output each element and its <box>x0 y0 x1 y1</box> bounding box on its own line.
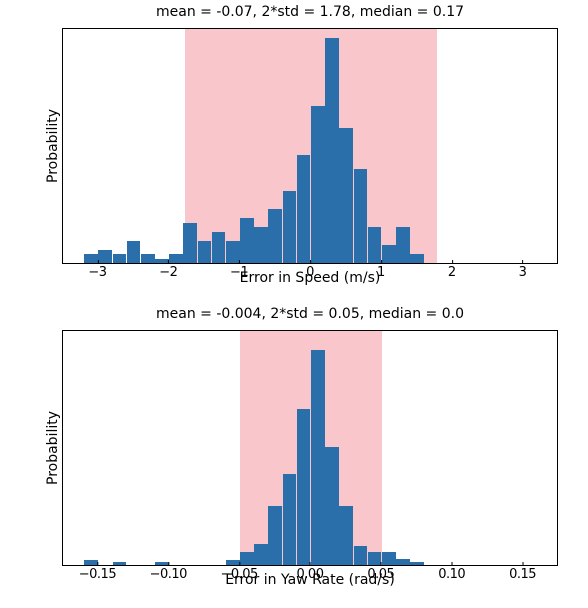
histogram-bar <box>368 552 382 565</box>
histogram-bar <box>382 552 396 565</box>
histogram-bar <box>169 254 183 263</box>
histogram-bar <box>283 191 297 263</box>
histogram-bar <box>98 250 112 263</box>
histogram-bar <box>368 227 382 263</box>
histogram-bar <box>325 447 339 565</box>
x-tick-label: 0.10 <box>438 567 465 582</box>
histogram-bar <box>268 506 282 565</box>
histogram-bar <box>382 245 396 263</box>
histogram-bar <box>113 254 127 263</box>
y-axis-label: Probability <box>45 411 61 485</box>
figure: mean = -0.07, 2*std = 1.78, median = 0.1… <box>0 0 588 608</box>
x-tick-label: 0 <box>306 265 314 280</box>
histogram-bar <box>84 560 98 565</box>
histogram-bar <box>410 562 424 565</box>
plot-area <box>62 330 558 566</box>
x-tick-label: −0.10 <box>150 567 187 582</box>
histogram-bar <box>339 506 353 565</box>
histogram-bar <box>311 106 325 263</box>
histogram-bar <box>325 38 339 263</box>
histogram-bar <box>297 409 311 565</box>
histogram-bar <box>297 155 311 263</box>
histogram-bar <box>198 241 212 263</box>
histogram-bar <box>127 241 141 263</box>
histogram-bar <box>226 241 240 263</box>
histogram-bar <box>339 128 353 263</box>
histogram-bar <box>240 552 254 565</box>
x-tick-label: 2 <box>448 265 456 280</box>
histogram-bar <box>354 169 368 263</box>
histogram-bar <box>254 544 268 565</box>
histogram-bar <box>212 232 226 263</box>
x-tick-label: 1 <box>377 265 385 280</box>
plot-area <box>62 28 558 264</box>
speed-error-histogram: mean = -0.07, 2*std = 1.78, median = 0.1… <box>62 28 558 264</box>
histogram-bar <box>84 254 98 263</box>
y-axis-label: Probability <box>45 109 61 183</box>
x-tick-label: 3 <box>519 265 527 280</box>
histogram-bar <box>240 218 254 263</box>
histogram-bar <box>226 560 240 565</box>
histogram-bar <box>155 562 169 565</box>
histogram-bar <box>311 350 325 565</box>
histogram-bar <box>183 223 197 263</box>
x-tick-label: −2 <box>159 265 177 280</box>
histogram-bar <box>254 227 268 263</box>
histogram-bar <box>141 254 155 263</box>
yawrate-error-histogram: mean = -0.004, 2*std = 0.05, median = 0.… <box>62 330 558 566</box>
histogram-bar <box>354 546 368 565</box>
histogram-bar <box>113 562 127 565</box>
histogram-bar <box>410 254 424 263</box>
x-tick-label: 0.00 <box>297 567 324 582</box>
histogram-bar <box>396 559 410 565</box>
histogram-bar <box>268 209 282 263</box>
x-tick-label: −3 <box>88 265 106 280</box>
chart-title: mean = -0.004, 2*std = 0.05, median = 0.… <box>62 306 558 322</box>
x-tick-label: −1 <box>230 265 248 280</box>
chart-title: mean = -0.07, 2*std = 1.78, median = 0.1… <box>62 4 558 20</box>
histogram-bar <box>396 227 410 263</box>
x-tick-label: −0.15 <box>79 567 116 582</box>
x-tick-label: 0.15 <box>509 567 536 582</box>
x-tick-label: 0.05 <box>367 567 394 582</box>
histogram-bar <box>283 474 297 565</box>
histogram-bar <box>155 259 169 263</box>
x-tick-label: −0.05 <box>220 567 257 582</box>
